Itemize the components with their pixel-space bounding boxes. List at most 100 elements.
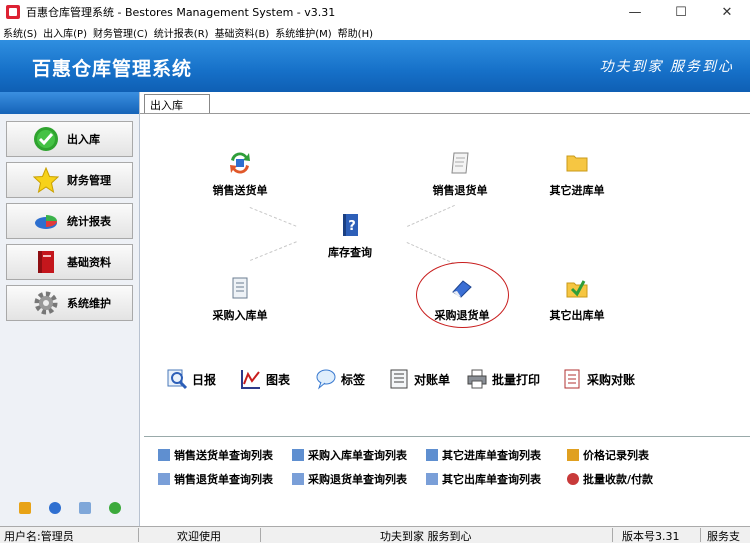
star-icon [33, 167, 59, 193]
document-icon [232, 277, 248, 299]
book-icon [38, 251, 54, 273]
left-nav-panel: 出入库 财务管理 统计报表 基础资料 系统维护 [0, 92, 140, 526]
gear-icon [34, 291, 58, 315]
tool-label: 日报 [192, 372, 217, 387]
menu-maintenance[interactable]: 系统维护(M) [272, 25, 334, 40]
batch-print-tool[interactable]: 批量打印 [466, 368, 540, 390]
folder-icon [566, 155, 588, 172]
close-button[interactable]: ✕ [704, 0, 750, 24]
inventory-query-item[interactable]: ? 库存查询 [305, 212, 395, 260]
tool-label: 采购对账 [587, 372, 636, 387]
maximize-button[interactable]: ☐ [658, 0, 704, 24]
pencil-icon [567, 449, 579, 461]
tab-strip: 出入库 [140, 92, 750, 114]
label-tool[interactable]: 标签 [315, 368, 365, 390]
refresh-icon[interactable] [109, 502, 121, 514]
nav-reports-button[interactable]: 统计报表 [6, 203, 133, 239]
header-banner: 百惠仓库管理系统 功夫到家 服务到心 [0, 40, 750, 92]
sales-return-label: 销售退货单 [432, 184, 488, 197]
status-user: 用户名:管理员 [4, 530, 74, 543]
title-bar: 百惠仓库管理系统 - Bestores Management System - … [0, 0, 750, 24]
link-text: 销售退货单查询列表 [174, 473, 273, 486]
left-panel-header [0, 92, 139, 114]
nav-maintenance-button[interactable]: 系统维护 [6, 285, 133, 321]
highlight-circle [416, 262, 509, 328]
sales-delivery-item[interactable]: 销售送货单 [195, 150, 285, 198]
menu-system[interactable]: 系统(S) [0, 25, 40, 40]
daily-report-tool[interactable]: 日报 [166, 368, 216, 390]
nav-label: 统计报表 [67, 215, 111, 228]
purchase-in-label: 采购入库单 [212, 309, 268, 322]
menu-stock-io[interactable]: 出入库(P) [40, 25, 90, 40]
nav-stock-io-button[interactable]: 出入库 [6, 121, 133, 157]
tool-label: 对账单 [414, 372, 451, 387]
tool-label: 图表 [266, 372, 291, 387]
status-separator [260, 528, 261, 542]
nav-label: 出入库 [67, 133, 100, 146]
menu-finance[interactable]: 财务管理(C) [90, 25, 151, 40]
link-text: 价格记录列表 [583, 449, 649, 462]
nav-finance-button[interactable]: 财务管理 [6, 162, 133, 198]
nav-label: 基础资料 [67, 256, 111, 269]
check-circle-icon [34, 127, 58, 151]
menu-bar: 系统(S) 出入库(P) 财务管理(C) 统计报表(R) 基础资料(B) 系统维… [0, 24, 750, 40]
report-icon [564, 369, 580, 389]
clock-icon[interactable] [49, 502, 61, 514]
sales-return-item[interactable]: 销售退货单 [415, 150, 505, 198]
link-text: 采购入库单查询列表 [308, 449, 407, 462]
link-text: 其它出库单查询列表 [442, 473, 541, 486]
nav-basic-data-button[interactable]: 基础资料 [6, 244, 133, 280]
menu-help[interactable]: 帮助(H) [335, 25, 376, 40]
sales-delivery-list-link[interactable]: 销售送货单查询列表 [158, 447, 273, 463]
link-text: 其它进库单查询列表 [442, 449, 541, 462]
batch-payment-link[interactable]: 批量收款/付款 [567, 471, 653, 487]
window-title: 百惠仓库管理系统 - Bestores Management System - … [26, 6, 336, 19]
coins-icon [567, 473, 579, 485]
menu-reports[interactable]: 统计报表(R) [151, 25, 212, 40]
statement-tool[interactable]: 对账单 [388, 368, 450, 390]
menu-basic-data[interactable]: 基础资料(B) [212, 25, 273, 40]
status-service: 服务支 [707, 530, 740, 543]
edit-icon[interactable] [19, 502, 31, 514]
magnifier-icon [167, 369, 188, 390]
status-separator [700, 528, 701, 542]
other-in-list-link[interactable]: 其它进库单查询列表 [426, 447, 541, 463]
sales-delivery-label: 销售送货单 [212, 184, 268, 197]
list-search-icon [158, 449, 170, 461]
price-record-list-link[interactable]: 价格记录列表 [567, 447, 649, 463]
nav-label: 系统维护 [67, 297, 111, 310]
list-search-icon [292, 473, 304, 485]
purchase-return-list-link[interactable]: 采购退货单查询列表 [292, 471, 407, 487]
scroll-icon [451, 152, 469, 174]
purchase-in-item[interactable]: 采购入库单 [195, 275, 285, 323]
status-separator [612, 528, 613, 542]
other-out-list-link[interactable]: 其它出库单查询列表 [426, 471, 541, 487]
tool-label: 批量打印 [492, 372, 541, 387]
chart-tool[interactable]: 图表 [240, 368, 290, 390]
app-brand: 百惠仓库管理系统 [32, 58, 193, 80]
exchange-arrows-icon [230, 152, 250, 174]
sales-return-list-link[interactable]: 销售退货单查询列表 [158, 471, 273, 487]
folder-arrow-icon [566, 280, 588, 298]
line-chart-icon [241, 370, 260, 389]
minimize-button[interactable]: — [612, 0, 658, 24]
pie-chart-icon [35, 215, 57, 229]
other-out-item[interactable]: 其它出库单 [532, 275, 622, 323]
help-book-icon: ? [343, 214, 358, 236]
status-bar: 用户名:管理员 欢迎使用 功夫到家 服务到心 版本号3.31 服务支 [0, 526, 750, 543]
status-version: 版本号3.31 [622, 530, 680, 543]
purchase-in-list-link[interactable]: 采购入库单查询列表 [292, 447, 407, 463]
printer-icon [467, 369, 487, 389]
tab-stock-io[interactable]: 出入库 [144, 94, 210, 114]
status-slogan: 功夫到家 服务到心 [380, 530, 472, 543]
list-search-icon [158, 473, 170, 485]
purchase-reconcile-tool[interactable]: 采购对账 [561, 368, 635, 390]
left-panel-shortcuts [0, 502, 140, 514]
search-icon[interactable] [79, 502, 91, 514]
list-search-icon [426, 473, 438, 485]
other-in-item[interactable]: 其它进库单 [532, 150, 622, 198]
app-icon [6, 5, 20, 19]
list-search-icon [292, 449, 304, 461]
status-separator [138, 528, 139, 542]
link-text: 采购退货单查询列表 [308, 473, 407, 486]
